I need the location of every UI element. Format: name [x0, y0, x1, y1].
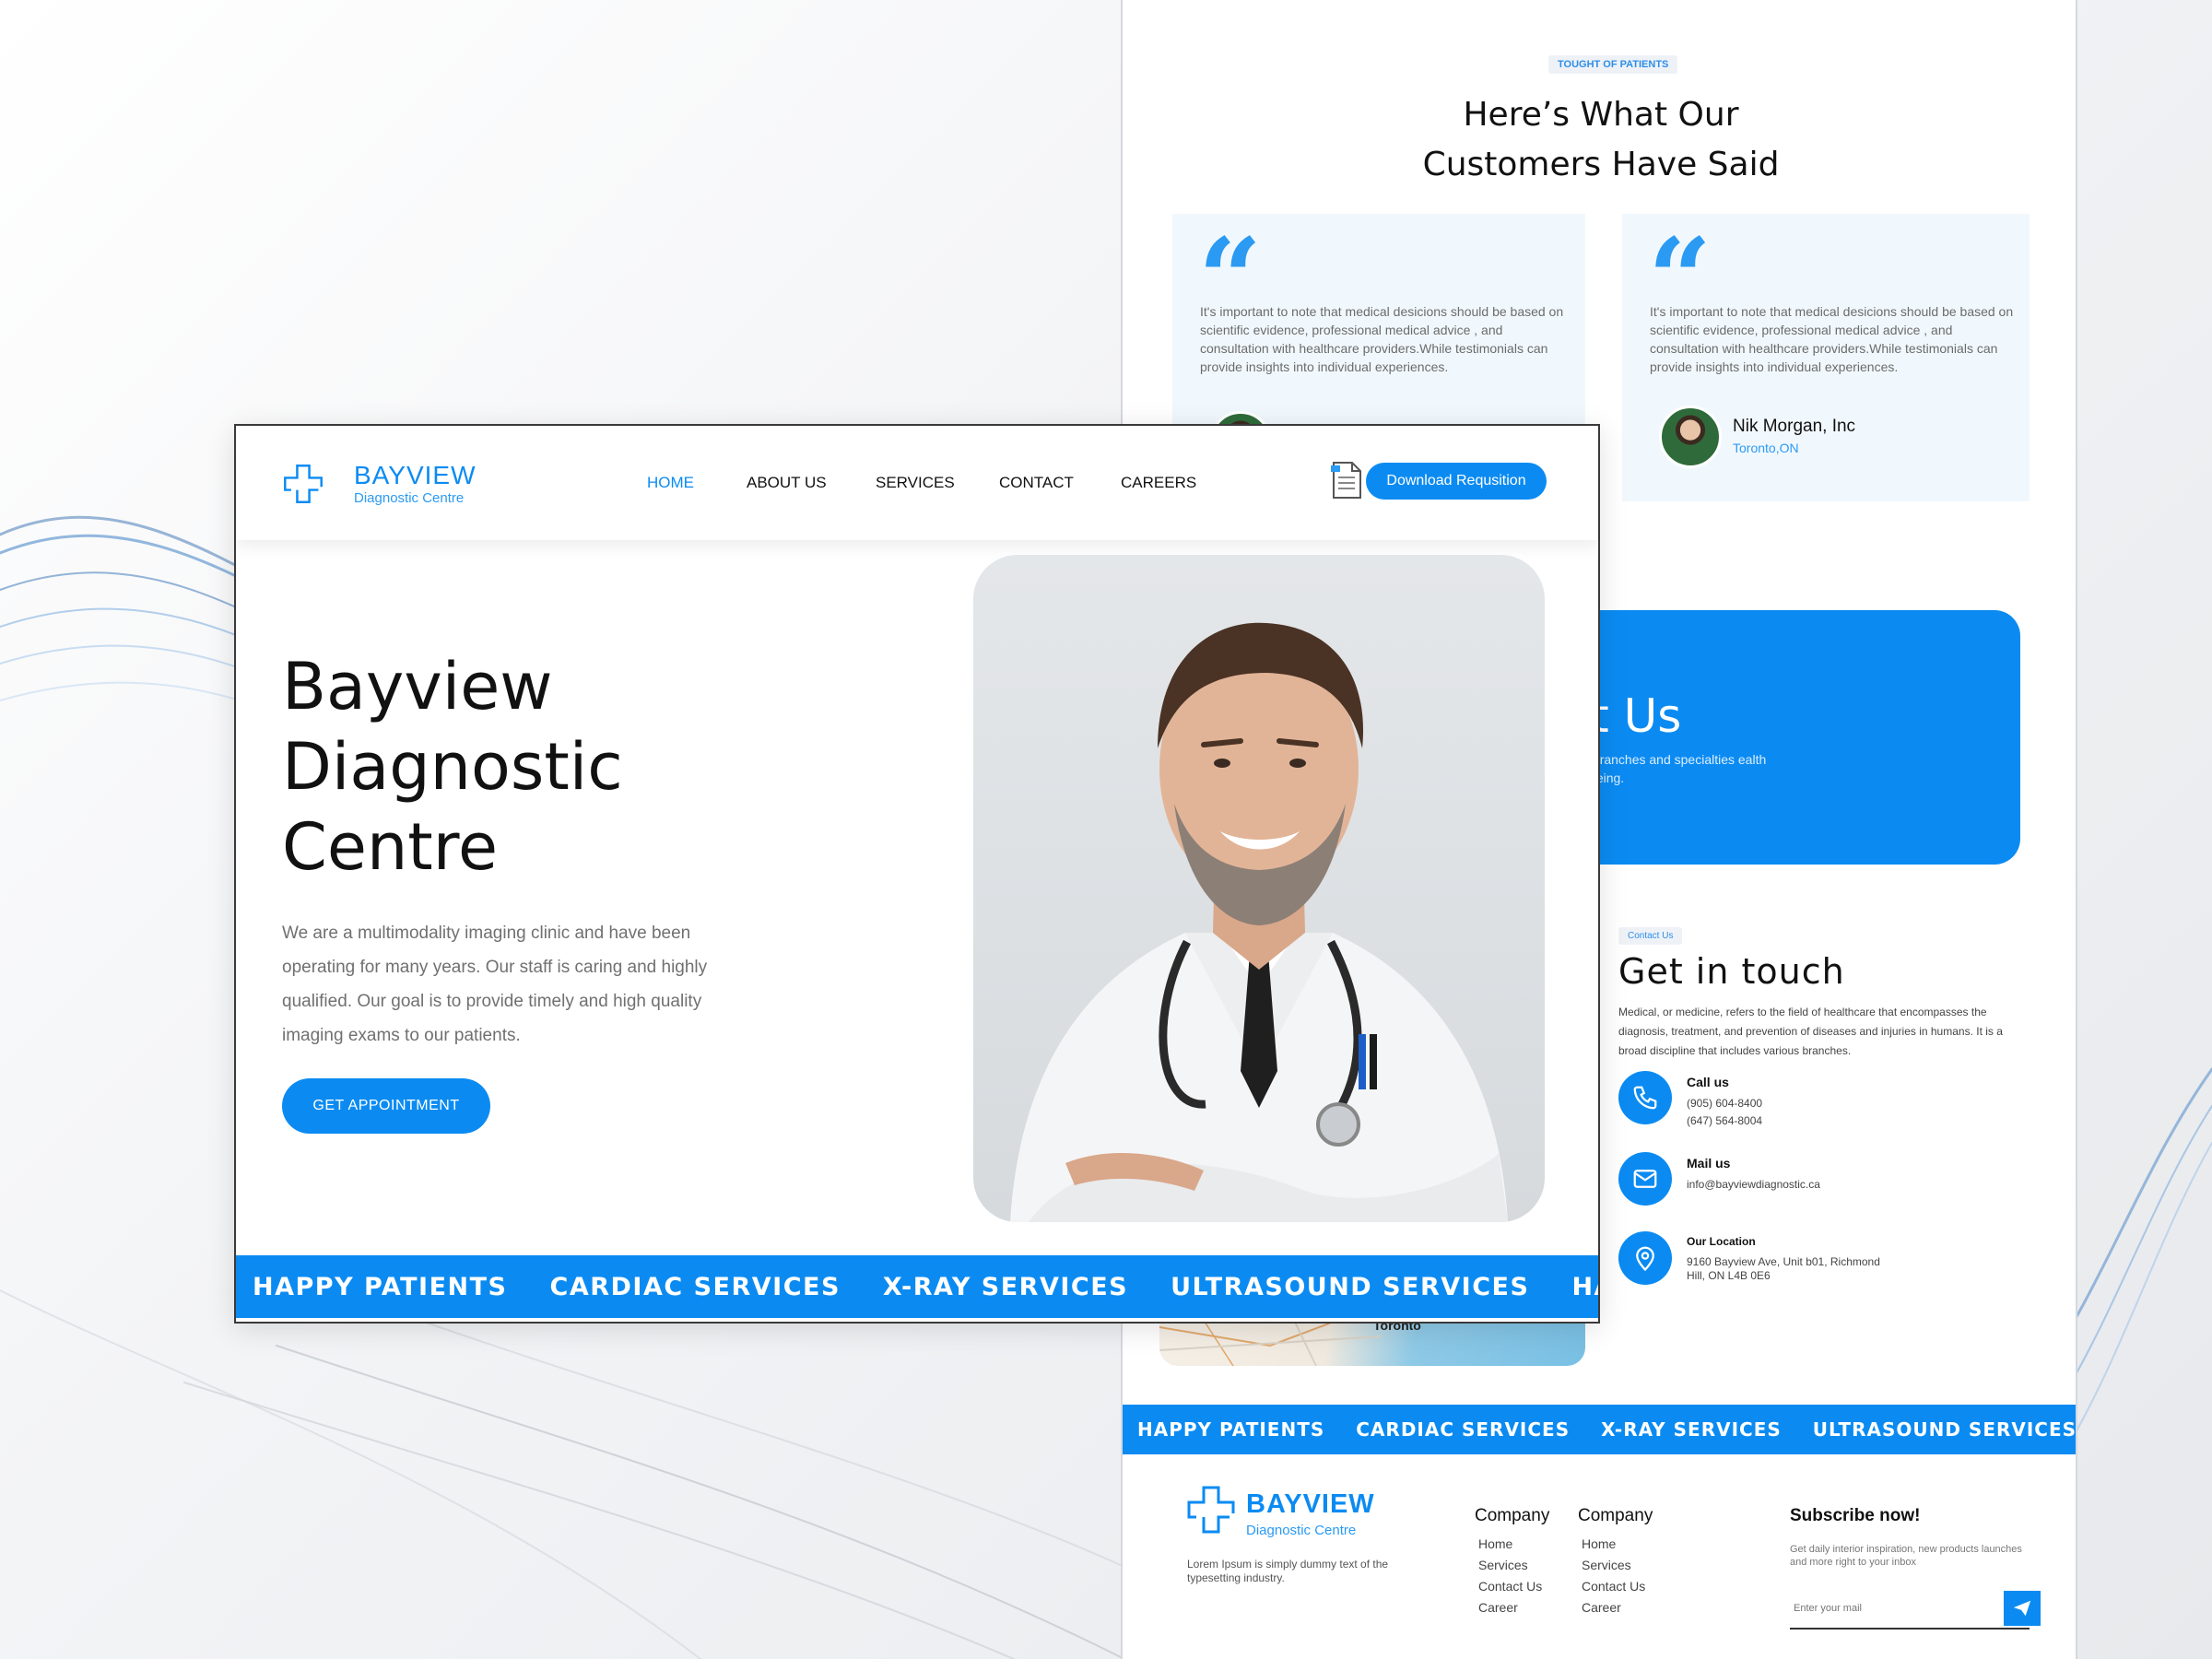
get-appointment-button[interactable]: GET APPOINTMENT [282, 1078, 490, 1134]
navbar: BAYVIEW Diagnostic Centre HOME ABOUT US … [236, 426, 1598, 540]
footer-link-career[interactable]: Career [1578, 1597, 1653, 1618]
subscribe-description: Get daily interior inspiration, new prod… [1790, 1544, 2022, 1568]
ticker-item: X-RAY SERVICES [1601, 1418, 1782, 1441]
footer-link-home[interactable]: Home [1578, 1534, 1653, 1555]
contact-tag: Contact Us [1618, 927, 1683, 945]
nav-services[interactable]: SERVICES [876, 474, 955, 492]
hero-title: Bayview Diagnostic Centre [282, 649, 623, 885]
logo-subtitle: Diagnostic Centre [354, 490, 465, 506]
ticker-item: X-RAY SERVICES [882, 1272, 1129, 1301]
mail-us-label: Mail us [1687, 1156, 1731, 1171]
footer-column-title: Company [1475, 1506, 1550, 1525]
footer-link-services[interactable]: Services [1578, 1555, 1653, 1576]
footer-link-services[interactable]: Services [1475, 1555, 1549, 1576]
footer-logo[interactable]: BAYVIEW Diagnostic Centre [1185, 1484, 1374, 1539]
doctor-photo [973, 555, 1545, 1222]
hero-description: We are a multimodality imaging clinic an… [282, 924, 708, 1045]
logo[interactable]: BAYVIEW Diagnostic Centre [282, 461, 476, 509]
phone-number-2: (647) 564-8004 [1687, 1114, 1763, 1127]
testimonials-title: Here’s What Our Customers Have Said [1123, 90, 2076, 190]
testimonials-title-line2: Customers Have Said [1422, 146, 1780, 183]
call-us-numbers: (905) 604-8400 (647) 564-8004 [1687, 1095, 1762, 1130]
ticker-item: HA [1571, 1272, 1598, 1301]
footer-column-title: Company [1578, 1506, 1653, 1525]
footer-link-contact[interactable]: Contact Us [1578, 1576, 1653, 1597]
footer-link-home[interactable]: Home [1475, 1534, 1549, 1555]
mail-icon [1618, 1152, 1672, 1206]
services-ticker: HAPPY PATIENTS CARDIAC SERVICES X-RAY SE… [236, 1255, 1598, 1318]
ticker-item: CARDIAC SERVICES [1356, 1418, 1571, 1441]
medical-cross-icon [284, 465, 323, 503]
ticker-item: ULTRASOUND SERVICES [1812, 1418, 2077, 1441]
call-us-label: Call us [1687, 1075, 1729, 1089]
medical-cross-icon [1187, 1486, 1235, 1534]
get-in-touch-title: Get in touch [1618, 951, 1845, 992]
send-icon [2013, 1600, 2031, 1617]
nav-contact[interactable]: CONTACT [999, 474, 1074, 492]
footer-column-1: Company Home Services Contact Us Career [1475, 1506, 1549, 1618]
phone-number-1: (905) 604-8400 [1687, 1097, 1763, 1110]
testimonial-card-2: “ It's important to note that medical de… [1622, 214, 2030, 501]
download-requisition-button[interactable]: Download Requsition [1366, 463, 1547, 500]
testimonials-title-line1: Here’s What Our [1463, 96, 1739, 134]
nav-home[interactable]: HOME [647, 474, 694, 492]
contact-banner: act Us s various branches and specialtie… [1537, 610, 2020, 865]
footer-column-2: Company Home Services Contact Us Career [1578, 1506, 1653, 1618]
testimonials-tag: TOUGHT OF PATIENTS [1548, 55, 1678, 74]
logo-brand-name: BAYVIEW [354, 461, 477, 489]
avatar [1659, 406, 1722, 468]
testimonial-name: Nik Morgan, Inc [1733, 417, 1856, 436]
footer-link-contact[interactable]: Contact Us [1475, 1576, 1549, 1597]
footer-link-career[interactable]: Career [1475, 1597, 1549, 1618]
location-label: Our Location [1687, 1235, 1756, 1248]
location-pin-icon [1618, 1231, 1672, 1285]
subscribe-send-button[interactable] [2004, 1591, 2041, 1626]
subscribe-email-input[interactable] [1790, 1589, 2030, 1630]
mail-us-address: info@bayviewdiagnostic.ca [1687, 1178, 1820, 1191]
nav-careers[interactable]: CAREERS [1121, 474, 1196, 492]
footer-brand-name: BAYVIEW [1246, 1489, 1375, 1519]
ticker-item: ULTRASOUND SERVICES [1171, 1272, 1530, 1301]
testimonial-location: Toronto,ON [1733, 441, 1799, 455]
footer-description: Lorem Ipsum is simply dummy text of the … [1187, 1558, 1389, 1584]
testimonial-text: It's important to note that medical desi… [1200, 304, 1564, 374]
ticker-item: CARDIAC SERVICES [549, 1272, 841, 1301]
ticker-item: HAPPY PATIENTS [1137, 1418, 1325, 1441]
services-ticker-footer: HAPPY PATIENTS CARDIAC SERVICES X-RAY SE… [1123, 1405, 2077, 1454]
location-address: 9160 Bayview Ave, Unit b01, Richmond Hil… [1687, 1255, 1880, 1283]
testimonial-text: It's important to note that medical desi… [1650, 304, 2014, 374]
front-page-preview: BAYVIEW Diagnostic Centre HOME ABOUT US … [234, 424, 1600, 1324]
ticker-item: HAPPY PATIENTS [253, 1272, 508, 1301]
phone-icon [1618, 1071, 1672, 1124]
address-line-1: 9160 Bayview Ave, Unit b01, Richmond [1687, 1255, 1880, 1268]
footer-brand-subtitle: Diagnostic Centre [1246, 1523, 1357, 1538]
document-icon [1331, 462, 1361, 499]
doctor-illustration [1010, 622, 1508, 1222]
nav-about-us[interactable]: ABOUT US [747, 474, 827, 492]
subscribe-title: Subscribe now! [1790, 1506, 1921, 1525]
address-line-2: Hill, ON L4B 0E6 [1687, 1269, 1771, 1282]
get-in-touch-description: Medical, or medicine, refers to the fiel… [1618, 1006, 2003, 1057]
